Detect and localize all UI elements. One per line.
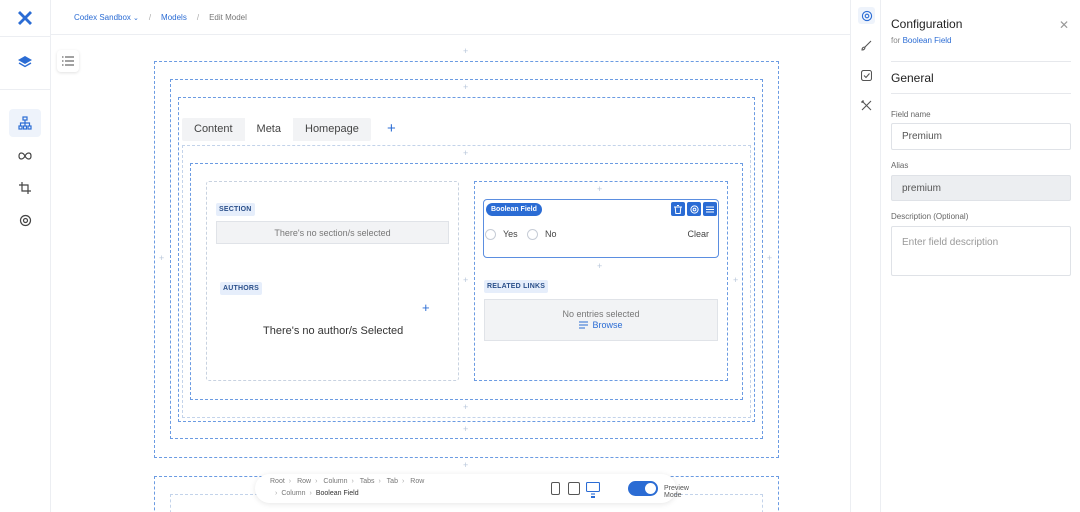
related-links-empty-state: No entries selected Browse — [484, 299, 718, 341]
add-hint-icon[interactable]: + — [733, 276, 738, 285]
divider — [891, 61, 1071, 62]
path-item-row[interactable]: Row — [297, 478, 311, 485]
chevron-right-icon: › — [288, 478, 292, 485]
path-item-tabs[interactable]: Tabs — [360, 478, 375, 485]
configuration-panel: Configuration for Boolean Field ✕ Genera… — [881, 0, 1080, 512]
tab-content[interactable]: Content — [182, 118, 245, 141]
alias-input: premium — [891, 175, 1071, 201]
element-path-line2: › Column › Boolean Field — [275, 490, 359, 497]
delete-icon[interactable] — [671, 202, 685, 216]
desktop-preview-icon[interactable] — [585, 481, 601, 501]
add-tab-button[interactable]: + — [387, 120, 396, 137]
path-item-current[interactable]: Boolean Field — [316, 490, 359, 497]
divider — [891, 93, 1071, 94]
alias-label: Alias — [891, 161, 909, 170]
boolean-field-card[interactable]: Boolean Field Yes No Clear — [483, 199, 719, 258]
authors-field-tag[interactable]: AUTHORS — [220, 282, 263, 295]
brush-icon[interactable] — [858, 37, 875, 54]
chevron-right-icon: › — [315, 478, 318, 485]
breadcrumb-item-models[interactable]: Models — [161, 13, 187, 22]
preview-mode-label: Preview Mode — [664, 485, 689, 499]
no-entries-text: No entries selected — [562, 309, 640, 319]
add-hint-icon[interactable]: + — [463, 461, 468, 470]
chevron-down-icon: ⌄ — [132, 14, 139, 22]
field-name-input[interactable]: Premium — [891, 123, 1071, 150]
breadcrumb-separator: / — [196, 12, 200, 22]
sitemap-icon[interactable] — [9, 109, 41, 137]
layers-icon[interactable] — [9, 48, 41, 76]
tab-bar: Content Meta Homepage — [182, 118, 371, 141]
breadcrumb-item-current: Edit Model — [209, 12, 247, 22]
browse-label: Browse — [592, 320, 623, 330]
field-name-label: Field name — [891, 110, 931, 119]
chevron-right-icon: › — [309, 490, 312, 497]
settings-icon[interactable] — [9, 206, 41, 234]
config-title: Configuration — [891, 17, 963, 31]
general-section-title: General — [891, 71, 934, 85]
path-item-tab[interactable]: Tab — [387, 478, 398, 485]
breadcrumb-separator: / — [148, 12, 152, 22]
list-toggle-button[interactable] — [57, 50, 79, 72]
path-item-column[interactable]: Column — [323, 478, 347, 485]
path-item-root[interactable]: Root — [270, 478, 285, 485]
builder-canvas: + + + + + + + + + + + + Content Meta Hom… — [51, 36, 850, 512]
section-field-tag[interactable]: SECTION — [216, 203, 255, 216]
section-empty-state: There's no section/s selected — [216, 221, 449, 244]
boolean-field-tag[interactable]: Boolean Field — [486, 203, 542, 216]
config-subtitle-prefix: for — [891, 36, 901, 45]
add-hint-icon[interactable]: + — [463, 149, 468, 158]
chevron-right-icon: › — [275, 490, 278, 497]
logo-icon[interactable] — [9, 4, 41, 32]
add-hint-icon[interactable]: + — [463, 47, 468, 56]
tablet-preview-icon[interactable] — [568, 482, 580, 498]
chevron-right-icon: › — [351, 478, 354, 485]
list-icon — [579, 321, 589, 329]
add-hint-icon[interactable]: + — [463, 276, 468, 285]
element-path-line1: Root › Row › Column › Tabs › Tab › Row — [270, 478, 424, 485]
preview-mode-toggle[interactable] — [628, 481, 658, 496]
description-textarea[interactable]: Enter field description — [891, 226, 1071, 276]
add-hint-icon[interactable]: + — [463, 403, 468, 412]
tab-meta[interactable]: Meta — [244, 118, 293, 141]
config-tab-rail — [850, 0, 881, 512]
radio-no-label: No — [545, 229, 557, 239]
bottom-toolbar: Root › Row › Column › Tabs › Tab › Row › Colum… — [255, 474, 689, 503]
chevron-right-icon: › — [378, 478, 381, 485]
check-square-icon[interactable] — [858, 67, 875, 84]
path-item-row[interactable]: Row — [410, 478, 424, 485]
settings-gear-icon[interactable] — [687, 202, 701, 216]
radio-yes-label: Yes — [503, 229, 518, 239]
config-target-link[interactable]: Boolean Field — [903, 36, 952, 45]
authors-empty-state: There's no author/s Selected — [263, 325, 404, 337]
toggle-knob — [645, 483, 656, 494]
add-hint-icon[interactable]: + — [597, 185, 602, 194]
mobile-preview-icon[interactable] — [551, 482, 560, 498]
add-hint-icon[interactable]: + — [767, 254, 772, 263]
add-hint-icon[interactable]: + — [597, 262, 602, 271]
gear-icon[interactable] — [858, 7, 875, 24]
close-icon[interactable]: ✕ — [1059, 18, 1069, 32]
description-label: Description (Optional) — [891, 212, 969, 221]
chevron-right-icon: › — [401, 478, 405, 485]
add-hint-icon[interactable]: + — [159, 254, 164, 263]
drag-handle-icon[interactable] — [703, 202, 717, 216]
add-hint-icon[interactable]: + — [463, 425, 468, 434]
clear-button[interactable]: Clear — [687, 229, 709, 239]
related-links-field-tag[interactable]: RELATED LINKS — [484, 280, 549, 293]
radio-no[interactable] — [527, 229, 538, 240]
infinity-icon[interactable] — [9, 142, 41, 170]
breadcrumb-item-workspace[interactable]: Codex Sandbox ⌄ — [74, 13, 139, 22]
left-rail — [0, 0, 51, 512]
add-author-button[interactable]: + — [422, 300, 430, 315]
config-subtitle: for Boolean Field — [891, 36, 952, 45]
crop-icon[interactable] — [9, 174, 41, 202]
tab-homepage[interactable]: Homepage — [293, 118, 371, 141]
tools-icon[interactable] — [858, 97, 875, 114]
path-item-column[interactable]: Column — [281, 490, 305, 497]
breadcrumb: Codex Sandbox ⌄ / Models / Edit Model — [51, 0, 850, 35]
browse-button[interactable]: Browse — [485, 320, 717, 330]
add-hint-icon[interactable]: + — [463, 83, 468, 92]
radio-yes[interactable] — [485, 229, 496, 240]
